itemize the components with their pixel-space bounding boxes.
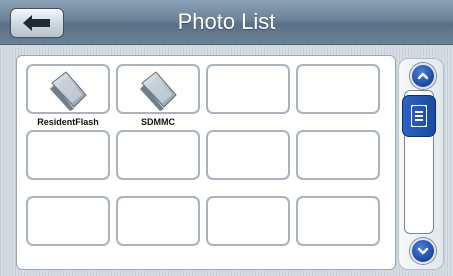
folder-tile-residentflash[interactable] xyxy=(26,64,110,114)
empty-tile[interactable] xyxy=(26,130,110,180)
grip-icon xyxy=(411,105,427,127)
scroll-down-button[interactable] xyxy=(410,238,436,264)
empty-tile[interactable] xyxy=(116,196,200,246)
scroll-thumb[interactable] xyxy=(402,95,436,137)
scroll-up-button[interactable] xyxy=(410,63,436,89)
page-title: Photo List xyxy=(177,9,276,34)
chevron-up-icon xyxy=(417,72,429,80)
folder-icon xyxy=(140,71,177,111)
empty-tile[interactable] xyxy=(206,64,290,114)
folder-label-residentflash: ResidentFlash xyxy=(37,117,99,127)
folder-label-sdmmc: SDMMC xyxy=(141,117,175,127)
folder-tile-sdmmc[interactable] xyxy=(116,64,200,114)
empty-tile[interactable] xyxy=(296,64,380,114)
empty-tile[interactable] xyxy=(206,196,290,246)
empty-tile[interactable] xyxy=(206,130,290,180)
chevron-down-icon xyxy=(417,247,429,255)
empty-tile[interactable] xyxy=(116,130,200,180)
folder-icon xyxy=(50,71,87,111)
title-bar: Photo List xyxy=(0,0,453,45)
empty-tile[interactable] xyxy=(296,130,380,180)
empty-tile[interactable] xyxy=(296,196,380,246)
empty-tile[interactable] xyxy=(26,196,110,246)
